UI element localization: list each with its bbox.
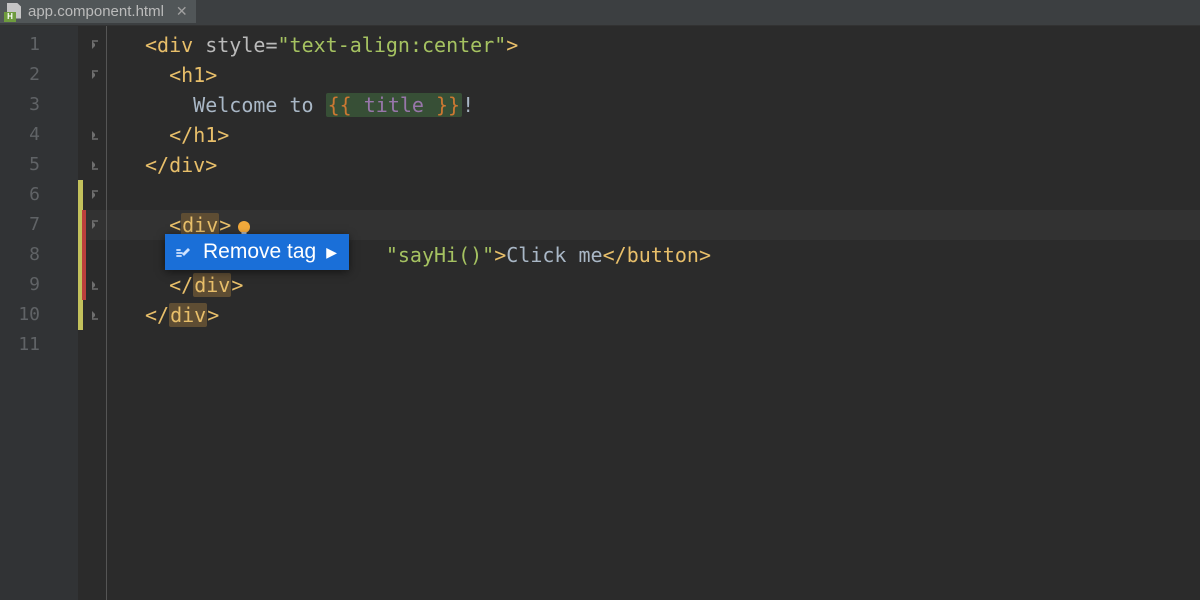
close-tab-icon[interactable]: ✕ <box>176 3 188 20</box>
line-number: 7 <box>0 210 78 240</box>
code-line: <h1> <box>145 60 1200 90</box>
intention-label: Remove tag <box>203 240 316 264</box>
fold-toggle-icon[interactable] <box>88 60 102 90</box>
line-number: 10 <box>0 300 78 330</box>
file-tab[interactable]: H app.component.html ✕ <box>0 0 196 25</box>
line-number: 1 <box>0 30 78 60</box>
error-stripe <box>82 210 86 300</box>
code-line: </div> <box>145 150 1200 180</box>
fold-toggle-icon[interactable] <box>88 300 102 330</box>
code-area[interactable]: <div style="text-align:center"> <h1> Wel… <box>106 26 1200 600</box>
code-line: <div style="text-align:center"> <box>145 30 1200 60</box>
fold-toggle-icon[interactable] <box>88 120 102 150</box>
code-line: </div> <box>145 300 1200 330</box>
intention-popup[interactable]: Remove tag ▶ <box>165 234 349 270</box>
tab-bar: H app.component.html ✕ <box>0 0 1200 26</box>
line-gutter: 1 2 3 4 5 6 7 8 9 10 11 <box>0 26 78 600</box>
line-number: 9 <box>0 270 78 300</box>
submenu-arrow-icon: ▶ <box>326 244 337 261</box>
fold-toggle-icon[interactable] <box>88 270 102 300</box>
fold-toggle-icon[interactable] <box>88 180 102 210</box>
fold-toggle-icon[interactable] <box>88 30 102 60</box>
code-line: <div class="content"> <box>145 180 1200 210</box>
code-editor[interactable]: 1 2 3 4 5 6 7 8 9 10 11 <div style="text… <box>0 26 1200 600</box>
tab-filename: app.component.html <box>28 3 164 20</box>
edit-icon <box>175 243 193 261</box>
line-number: 8 <box>0 240 78 270</box>
lightbulb-icon[interactable] <box>139 186 157 204</box>
line-number: 5 <box>0 150 78 180</box>
line-number: 11 <box>0 330 78 360</box>
line-number: 3 <box>0 90 78 120</box>
code-line <box>145 330 1200 360</box>
line-number: 4 <box>0 120 78 150</box>
line-number: 6 <box>0 180 78 210</box>
fold-toggle-icon[interactable] <box>88 150 102 180</box>
line-number: 2 <box>0 60 78 90</box>
fold-column <box>88 26 102 330</box>
code-line: </h1> <box>145 120 1200 150</box>
fold-toggle-icon[interactable] <box>88 210 102 240</box>
html-file-icon: H <box>4 3 22 21</box>
code-line: </div> <box>145 270 1200 300</box>
code-line: Welcome to {{ title }}! <box>145 90 1200 120</box>
